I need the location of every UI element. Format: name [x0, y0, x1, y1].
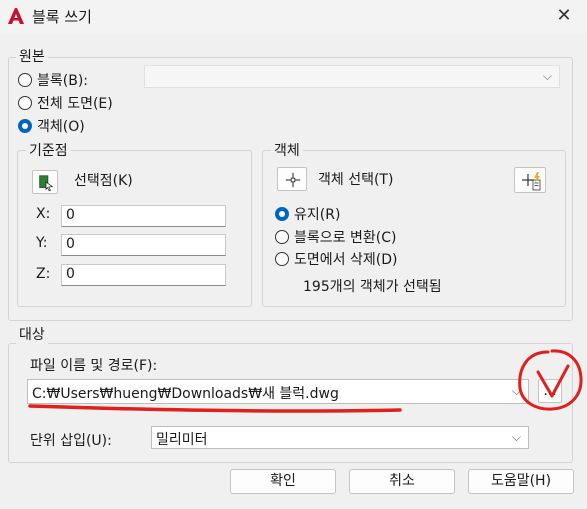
ok-button[interactable]: 확인 — [230, 469, 336, 494]
radio-convert-to-block[interactable]: 블록으로 변환(C) — [275, 227, 435, 247]
pick-point-button[interactable] — [32, 170, 58, 194]
ok-label: 확인 — [270, 473, 296, 489]
y-label: Y: — [36, 235, 48, 251]
radio-delete-label: 도면에서 삭제(D) — [294, 252, 398, 268]
path-value: C:₩Users₩hueng₩Downloads₩새 블럭.dwg — [32, 386, 339, 402]
radio-selected-icon — [18, 119, 32, 133]
radio-entire-drawing-label: 전체 도면(E) — [37, 96, 113, 112]
radio-icon — [275, 252, 289, 266]
quick-select-icon — [522, 172, 541, 191]
destination-label: 대상 — [16, 324, 48, 344]
path-combo[interactable]: C:₩Users₩hueng₩Downloads₩새 블럭.dwg ⌵ — [27, 379, 529, 404]
chevron-down-icon: ⌵ — [511, 384, 521, 398]
chevron-down-icon: ⌵ — [511, 430, 521, 444]
select-objects-label: 객체 선택(T) — [318, 172, 394, 188]
radio-convert-label: 블록으로 변환(C) — [294, 230, 397, 246]
window-title: 블록 쓰기 — [32, 8, 92, 26]
selection-status: 195개의 객체가 선택됨 — [303, 279, 442, 295]
browse-button[interactable]: ... — [538, 379, 562, 403]
chevron-down-icon: ⌵ — [542, 69, 552, 83]
radio-retain-label: 유지(R) — [294, 207, 341, 223]
quick-select-button[interactable] — [514, 167, 546, 193]
select-objects-button[interactable] — [277, 167, 307, 191]
radio-block[interactable]: 블록(B): — [18, 70, 138, 90]
z-field[interactable]: 0 — [61, 264, 226, 286]
radio-icon — [18, 73, 32, 87]
x-label: X: — [36, 206, 51, 222]
cancel-button[interactable]: 취소 — [349, 469, 455, 494]
radio-icon — [275, 230, 289, 244]
crosshair-icon — [285, 172, 301, 188]
units-value: 밀리미터 — [156, 432, 208, 448]
pick-point-label: 선택점(K) — [74, 173, 133, 189]
base-point-label: 기준점 — [26, 140, 71, 160]
cancel-label: 취소 — [389, 473, 415, 489]
radio-objects-label: 객체(O) — [37, 119, 85, 135]
radio-icon — [18, 96, 32, 110]
radio-entire-drawing[interactable]: 전체 도면(E) — [18, 93, 158, 113]
radio-delete-from-drawing[interactable]: 도면에서 삭제(D) — [275, 249, 435, 269]
path-label: 파일 이름 및 경로(F): — [30, 358, 158, 374]
pick-point-icon — [39, 175, 54, 192]
y-field[interactable]: 0 — [61, 234, 226, 256]
source-group-label: 원본 — [16, 46, 48, 66]
units-combo[interactable]: 밀리미터 ⌵ — [151, 426, 529, 449]
close-icon[interactable]: ✕ — [552, 4, 576, 28]
radio-retain[interactable]: 유지(R) — [275, 204, 395, 224]
radio-selected-icon — [275, 207, 289, 221]
autocad-logo-icon — [8, 8, 24, 24]
x-field[interactable]: 0 — [61, 205, 226, 227]
help-label: 도움말(H) — [490, 473, 552, 489]
help-button[interactable]: 도움말(H) — [468, 469, 574, 494]
radio-block-label: 블록(B): — [37, 73, 89, 89]
browse-label: ... — [543, 383, 557, 399]
block-name-combo[interactable]: ⌵ — [144, 65, 560, 88]
units-label: 단위 삽입(U): — [30, 433, 112, 449]
z-label: Z: — [36, 266, 51, 282]
radio-objects[interactable]: 객체(O) — [18, 116, 138, 136]
objects-group-label: 객체 — [271, 140, 303, 160]
